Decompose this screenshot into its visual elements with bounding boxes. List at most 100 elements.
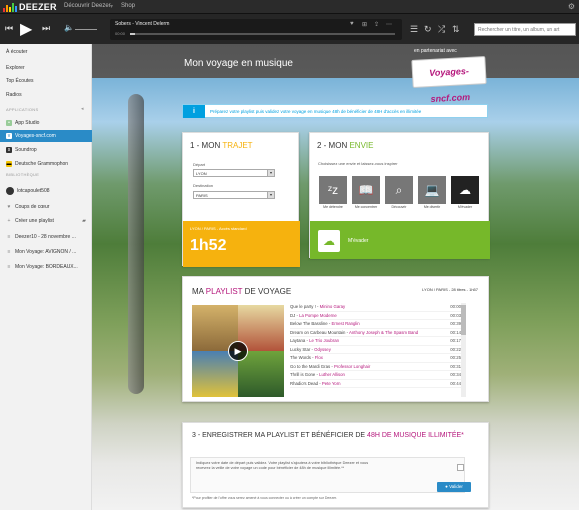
- menu-icon[interactable]: ⋯: [386, 21, 392, 28]
- search-input[interactable]: [474, 23, 576, 36]
- trip-panel: 1 - MON TRAJET Départ LYON ▾ Destination …: [182, 132, 300, 267]
- play-icon[interactable]: ▶: [228, 341, 248, 361]
- voyages-sncf-logo[interactable]: Voyages-sncf.com: [411, 56, 487, 104]
- sidebar-playlist[interactable]: ≡ Mon Voyage: AVIGNON / ...: [0, 246, 92, 257]
- sleep-icon: ᶻz: [319, 176, 347, 204]
- mood-option[interactable]: 📖 Me concentrer: [352, 176, 380, 212]
- track-row[interactable]: The Words - Flox 00:25: [290, 354, 461, 363]
- track-row[interactable]: Thrill is Gone - Luther Allison 00:34: [290, 371, 461, 380]
- track-row[interactable]: Lucky Star - Odyssey 00:22: [290, 346, 461, 354]
- plus-icon: +: [7, 217, 11, 224]
- track-row[interactable]: Go to the Mardi Gras - Professor Longhai…: [290, 363, 461, 371]
- track-list: Que le party ! - Minino Garay 00:00 DJ - L…: [290, 303, 461, 397]
- mood-prompt: Choisissez une envie et laissez-vous ins…: [318, 161, 398, 166]
- date-field[interactable]: [457, 464, 464, 471]
- track-title: Que le party ! - Minino Garay: [290, 304, 346, 309]
- mood-label: Découvrir: [391, 205, 407, 209]
- app-studio-icon: •: [6, 119, 12, 126]
- sidebar-item-label: lotcapoulet508: [17, 188, 50, 194]
- track-title: DJ - La Pompe Moderne: [290, 312, 337, 318]
- scrollbar[interactable]: [461, 303, 466, 397]
- player-bar: ⏮ ▶ ⏭ 🔈 Sobers - Vincent Delerm ♥ ⊞ ⇪ ⋯ …: [0, 14, 579, 44]
- play-icon[interactable]: ▶: [20, 19, 32, 39]
- track-row[interactable]: Rhadio's Dead - Pete Yorn 00:44: [290, 380, 461, 388]
- playlist-icon: ≡: [7, 263, 11, 270]
- sidebar-item-favorites[interactable]: ♥ Coups de cœur: [0, 201, 92, 212]
- track-row[interactable]: Laytana - Le Trio Joubran 00:17: [290, 337, 461, 346]
- sidebar-item-label: App Studio: [15, 119, 40, 126]
- track-row[interactable]: Dream on Carbeau Mountain - Anthony Jose…: [290, 329, 461, 337]
- mood-result: ☁ M'évader: [310, 221, 490, 259]
- mood-option[interactable]: ᶻz Me détendre: [319, 176, 347, 212]
- next-icon[interactable]: ⏭: [42, 23, 50, 34]
- destination-label: Destination: [193, 183, 214, 188]
- track-title: Go to the Mardi Gras - Professor Longhai…: [290, 363, 371, 369]
- track-row[interactable]: DJ - La Pompe Moderne 00:03: [290, 312, 461, 320]
- shuffle-icon[interactable]: ⤮: [438, 24, 445, 35]
- partner-text: en partenariat avec: [414, 48, 457, 54]
- sidebar-item-deutsche-grammophon[interactable]: ▬ Deutsche Grammophon: [0, 158, 92, 169]
- depart-select[interactable]: LYON ▾: [193, 169, 275, 177]
- sidebar-item-label: Explorer: [6, 64, 25, 71]
- track-title: Laytana - Le Trio Joubran: [290, 338, 339, 343]
- previous-icon[interactable]: ⏮: [5, 23, 13, 34]
- sidebar-item-listen[interactable]: À écouter: [0, 46, 92, 57]
- validate-button[interactable]: ● Valider: [437, 482, 471, 492]
- playlist-cover[interactable]: ▶: [192, 305, 284, 397]
- scrollbar-thumb[interactable]: [461, 305, 466, 335]
- trip-result: LYON / PARIS - Accès standard 1h52: [183, 221, 300, 267]
- track-duration: 00:00: [450, 304, 461, 309]
- sidebar-item-label: Soundrop: [15, 146, 37, 153]
- playlist-meta: LYON / PARIS - 28 titres - 1h57: [422, 287, 478, 292]
- deezer-logo[interactable]: DEEZER: [3, 2, 57, 12]
- sidebar-item-soundrop[interactable]: s Soundrop: [0, 144, 92, 155]
- sidebar-item-label: Radios: [6, 91, 22, 98]
- sidebar-item-label: Mon Voyage: BORDEAUX...: [15, 263, 78, 270]
- mood-option[interactable]: 💻 Me divertir: [418, 176, 446, 212]
- apps-header: APPLICATIONS: [6, 107, 39, 112]
- sidebar-item-label: Coups de cœur: [15, 203, 50, 210]
- share-icon[interactable]: ⇪: [374, 21, 379, 28]
- track-title: Lucky Star - Odyssey: [290, 346, 331, 352]
- sidebar-item-top[interactable]: Top Écoutes: [0, 75, 92, 86]
- collapse-icon[interactable]: ◂: [81, 106, 84, 112]
- mood-option-selected[interactable]: ☁ M'évader: [451, 176, 479, 212]
- repeat-icon[interactable]: ↻: [424, 24, 432, 35]
- top-bar: DEEZER Découvrir Deezer ▾ Shop ⚙: [0, 0, 579, 14]
- destination-select[interactable]: PARIS ▾: [193, 191, 275, 199]
- folder-icon[interactable]: ▰: [82, 218, 86, 224]
- track-title: Below The Bassline - Ernest Ranglin: [290, 321, 360, 326]
- sidebar-item-radios[interactable]: Radios: [0, 89, 92, 100]
- gear-icon[interactable]: ⚙: [568, 2, 575, 11]
- track-duration: 00:22: [450, 346, 461, 352]
- playlist-panel: MA PLAYLIST DE VOYAGE LYON / PARIS - 28 …: [182, 276, 489, 402]
- heart-icon[interactable]: ♥: [350, 21, 354, 27]
- create-playlist-button[interactable]: + Créer une playlist ▰: [0, 215, 92, 226]
- mood-option[interactable]: ⌕ Découvrir: [385, 176, 413, 212]
- add-to-playlist-icon[interactable]: ⊞: [362, 21, 367, 28]
- track-duration: 00:17: [450, 338, 461, 343]
- sidebar-item-user[interactable]: lotcapoulet508: [0, 185, 92, 197]
- nav-shop[interactable]: Shop: [121, 3, 135, 9]
- queue-icon[interactable]: ☰: [410, 24, 418, 35]
- sidebar-playlist[interactable]: ≡ Deezer10 - 28 novembre ...: [0, 231, 92, 242]
- track-row[interactable]: Below The Bassline - Ernest Ranglin 00:39: [290, 320, 461, 329]
- mixer-icon[interactable]: ⇅: [452, 24, 460, 35]
- trip-title: 1 - MON TRAJET: [190, 141, 253, 150]
- nav-discover-deezer[interactable]: Découvrir Deezer: [64, 3, 111, 9]
- depart-value: LYON: [196, 171, 207, 176]
- info-icon: i: [183, 104, 205, 118]
- track-duration: 00:31: [450, 363, 461, 369]
- sidebar-item-explore[interactable]: Explorer: [0, 62, 92, 73]
- sidebar-item-app-studio[interactable]: • App Studio: [0, 117, 92, 128]
- volume-icon[interactable]: 🔈: [64, 23, 74, 32]
- page-title: Mon voyage en musique: [184, 58, 293, 69]
- progress-bar[interactable]: [130, 33, 395, 35]
- volume-slider[interactable]: [75, 29, 97, 30]
- app-content: Mon voyage en musique en partenariat ave…: [92, 44, 579, 510]
- sidebar-item-voyages-sncf[interactable]: v Voyages-sncf.com: [0, 130, 92, 142]
- track-row[interactable]: Que le party ! - Minino Garay 00:00: [290, 303, 461, 312]
- mood-label: Me divertir: [423, 205, 441, 209]
- progress-fill: [130, 33, 136, 35]
- sidebar-playlist[interactable]: ≡ Mon Voyage: BORDEAUX...: [0, 261, 92, 272]
